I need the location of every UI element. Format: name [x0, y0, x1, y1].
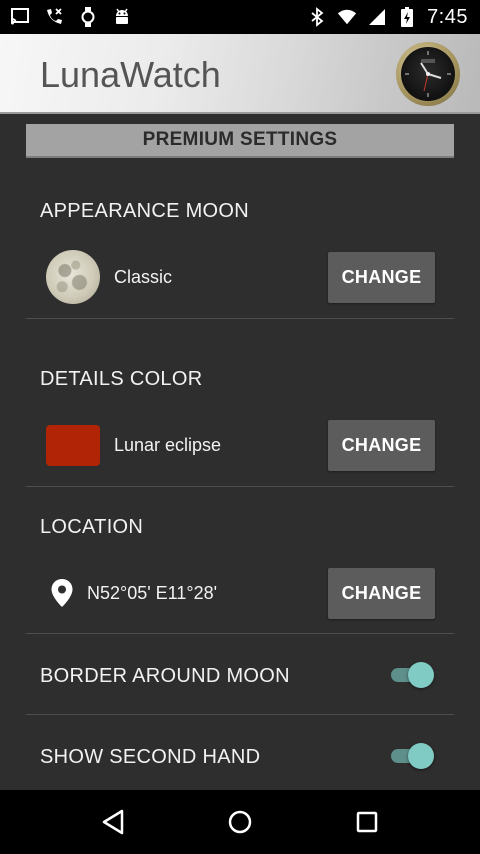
location-pin-icon [50, 578, 74, 608]
android-icon [112, 7, 132, 27]
wifi-icon [337, 7, 357, 27]
bluetooth-icon [307, 7, 327, 27]
back-icon[interactable] [93, 802, 133, 842]
divider [26, 633, 454, 634]
details-color-title: DETAILS COLOR [40, 368, 203, 390]
moon-preview-icon [46, 250, 100, 304]
change-details-color-button[interactable]: CHANGE [328, 420, 435, 471]
change-appearance-button[interactable]: CHANGE [328, 252, 435, 303]
app-title: LunaWatch [40, 54, 221, 95]
location-value: N52°05' E11°28' [87, 583, 218, 603]
home-icon[interactable] [220, 802, 260, 842]
appearance-moon-title: APPEARANCE MOON [40, 200, 249, 222]
watch-icon [78, 7, 98, 27]
app-bar: LunaWatch [0, 34, 480, 114]
signal-icon [367, 7, 387, 27]
show-second-hand-title: SHOW SECOND HAND [40, 746, 261, 768]
status-time: 7:45 [427, 5, 468, 28]
cast-icon [10, 7, 30, 27]
show-second-hand-toggle[interactable] [389, 741, 437, 771]
divider [26, 714, 454, 715]
recents-icon[interactable] [347, 802, 387, 842]
status-bar: 7:45 [0, 0, 480, 34]
details-color-value: Lunar eclipse [114, 435, 222, 455]
divider [26, 486, 454, 487]
watch-preview-icon[interactable] [396, 42, 460, 106]
appearance-moon-value: Classic [114, 267, 173, 287]
border-around-moon-toggle[interactable] [389, 660, 437, 690]
details-color-swatch [46, 425, 100, 466]
phone-missed-icon [44, 7, 64, 27]
toggle-thumb [408, 743, 434, 769]
change-location-button[interactable]: CHANGE [328, 568, 435, 619]
navigation-bar [0, 790, 480, 854]
premium-settings-banner: PREMIUM SETTINGS [26, 124, 454, 158]
toggle-thumb [408, 662, 434, 688]
divider [26, 318, 454, 319]
border-around-moon-title: BORDER AROUND MOON [40, 665, 290, 687]
location-title: LOCATION [40, 516, 144, 538]
battery-icon [397, 7, 417, 27]
premium-settings-label: PREMIUM SETTINGS [142, 129, 338, 150]
